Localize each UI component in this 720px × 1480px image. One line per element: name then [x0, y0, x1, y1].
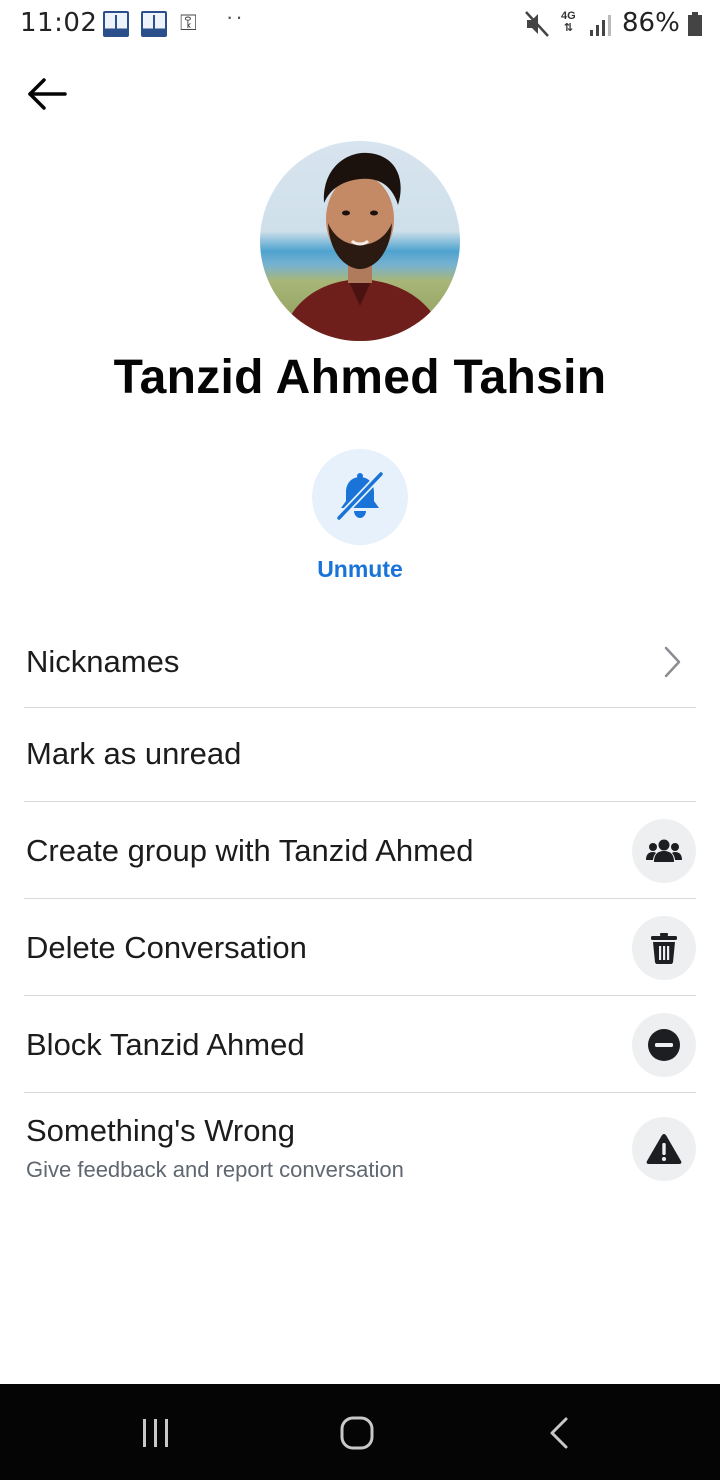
back-nav-icon — [550, 1417, 568, 1449]
battery-icon — [688, 12, 702, 36]
menu-item-label: Delete Conversation — [26, 930, 307, 965]
menu-item-block[interactable]: Block Tanzid Ahmed — [24, 996, 696, 1093]
menu-item-label: Create group with Tanzid Ahmed — [26, 833, 474, 868]
menu-item-label: Mark as unread — [26, 736, 242, 771]
recent-apps-icon — [143, 1419, 168, 1447]
mute-icon — [525, 11, 549, 37]
back-button[interactable] — [22, 72, 72, 116]
warning-triangle-icon — [646, 1134, 682, 1164]
people-icon — [646, 839, 682, 862]
battery-percent: 86% — [622, 8, 680, 38]
menu-item-create-group[interactable]: Create group with Tanzid Ahmed — [24, 802, 696, 899]
profile-photo — [260, 141, 460, 341]
report-icon-button — [632, 1117, 696, 1181]
network-type: 4G ⇅ — [561, 10, 576, 34]
system-nav-bar — [0, 1384, 720, 1480]
more-notifications-icon: ·· — [226, 4, 245, 29]
menu-item-delete-conversation[interactable]: Delete Conversation — [24, 899, 696, 996]
unmute-button[interactable] — [312, 449, 408, 545]
menu-item-sublabel: Give feedback and report conversation — [26, 1157, 404, 1182]
menu-item-label: Something's Wrong — [26, 1113, 295, 1148]
menu-item-report[interactable]: Something's Wrong Give feedback and repo… — [24, 1093, 696, 1203]
unmute-label[interactable]: Unmute — [0, 556, 720, 583]
recent-apps-button[interactable] — [126, 1408, 186, 1458]
create-group-icon-button — [632, 819, 696, 883]
news-app-icon — [103, 11, 129, 37]
profile-name: Tanzid Ahmed Tahsin — [113, 351, 607, 404]
home-button[interactable] — [327, 1408, 387, 1458]
status-bar: 11:02 ⚿ ·· 4G ⇅ 86% — [0, 0, 720, 50]
bell-slash-icon — [335, 470, 385, 522]
home-icon — [340, 1416, 374, 1450]
minus-circle-icon — [648, 1029, 680, 1061]
trash-icon — [651, 933, 677, 964]
options-menu: Nicknames Mark as unread Create group wi… — [24, 614, 696, 1203]
avatar[interactable] — [260, 141, 460, 341]
signal-icon — [590, 15, 611, 36]
menu-item-label: Block Tanzid Ahmed — [26, 1027, 305, 1062]
menu-item-mark-unread[interactable]: Mark as unread — [24, 708, 696, 802]
chevron-right-icon — [664, 646, 681, 678]
menu-item-label: Nicknames — [26, 644, 180, 679]
arrow-left-icon — [28, 78, 67, 110]
vpn-key-icon: ⚿ — [180, 10, 197, 35]
status-time: 11:02 — [20, 8, 98, 38]
menu-item-nicknames[interactable]: Nicknames — [24, 614, 696, 708]
back-nav-button[interactable] — [529, 1408, 589, 1458]
block-icon-button — [632, 1013, 696, 1077]
news-app-icon — [141, 11, 167, 37]
delete-icon-button — [632, 916, 696, 980]
